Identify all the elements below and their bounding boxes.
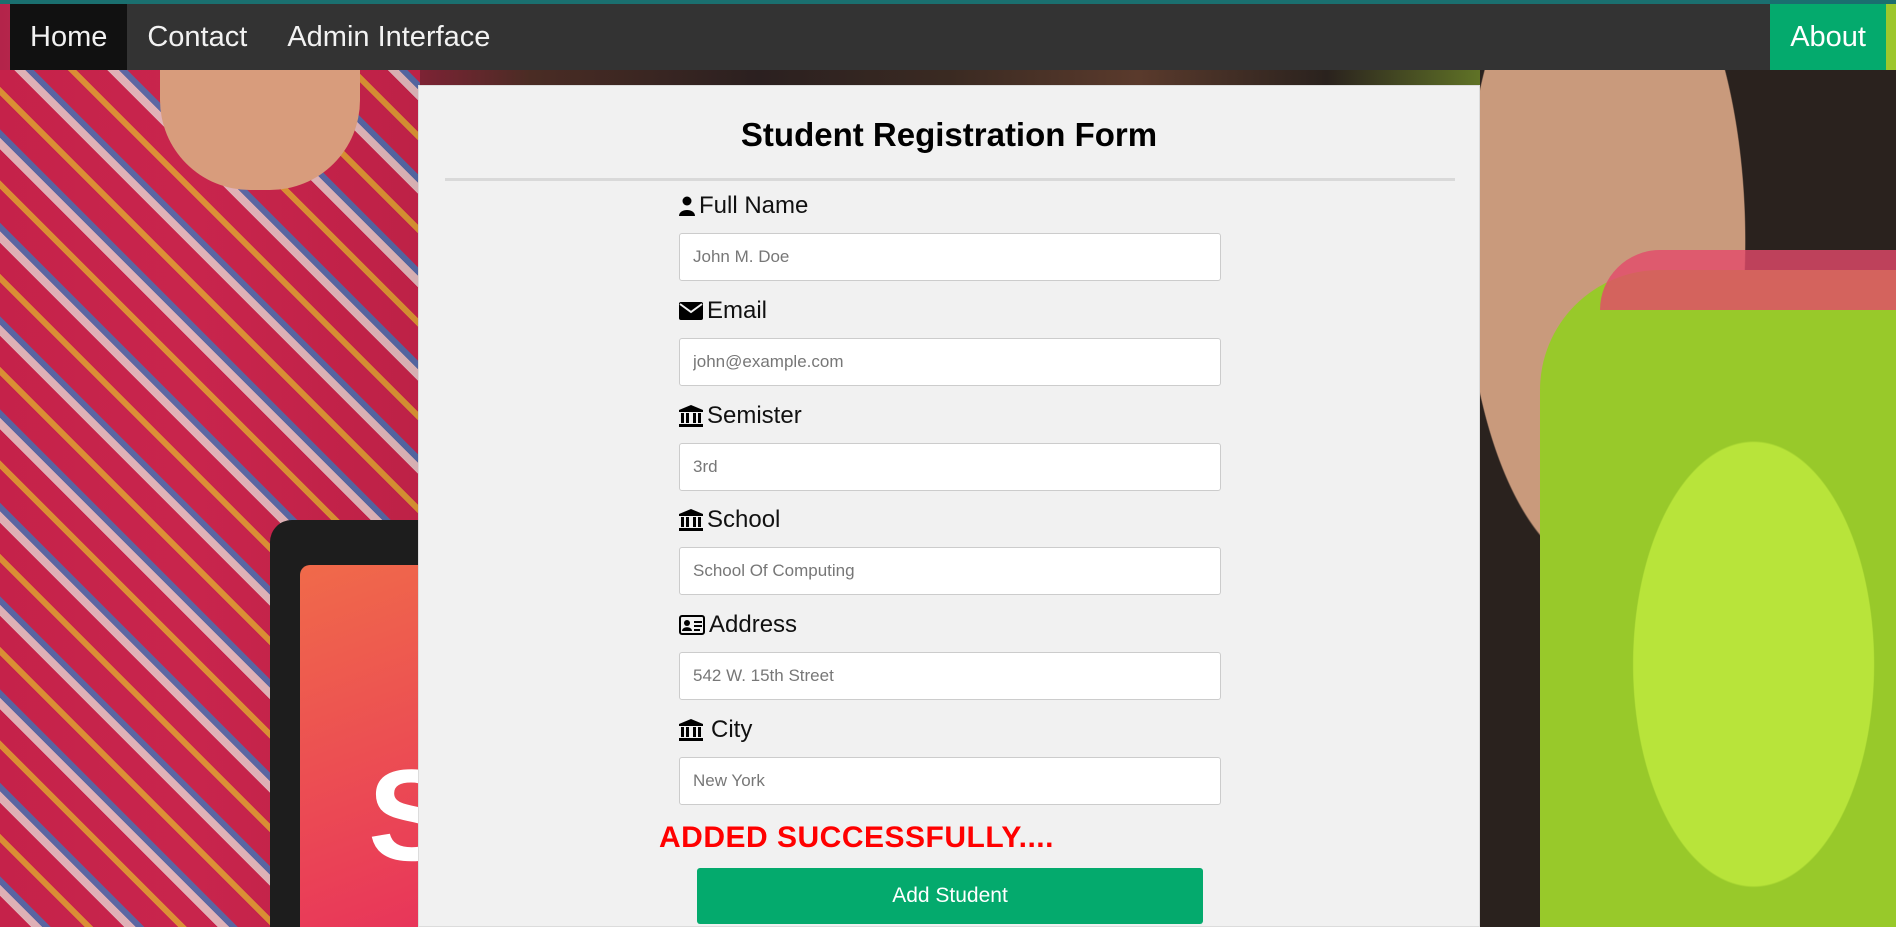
city-input[interactable] (679, 757, 1221, 805)
email-label: Email (679, 294, 1221, 328)
full-name-group: Full Name (679, 189, 1221, 281)
semister-label: Semister (679, 399, 1221, 433)
nav-admin-interface[interactable]: Admin Interface (267, 4, 510, 70)
add-student-button[interactable]: Add Student (697, 868, 1203, 924)
top-navbar: Home Contact Admin Interface About (10, 4, 1886, 70)
address-group: Address (679, 608, 1221, 700)
nav-contact[interactable]: Contact (127, 4, 267, 70)
school-label: School (679, 503, 1221, 537)
institution-icon (679, 719, 703, 741)
institution-icon (679, 509, 703, 531)
semister-input[interactable] (679, 443, 1221, 491)
city-group: City (679, 713, 1221, 805)
email-group: Email (679, 294, 1221, 386)
school-group: School (679, 503, 1221, 595)
full-name-input[interactable] (679, 233, 1221, 281)
email-input[interactable] (679, 338, 1221, 386)
address-card-icon (679, 615, 705, 635)
institution-icon (679, 405, 703, 427)
user-icon (679, 196, 695, 216)
full-name-label: Full Name (679, 189, 1221, 223)
address-input[interactable] (679, 652, 1221, 700)
city-label: City (679, 713, 1221, 747)
status-message: ADDED SUCCESSFULLY.... (659, 821, 1054, 854)
nav-home[interactable]: Home (10, 4, 128, 70)
nav-about[interactable]: About (1770, 4, 1886, 70)
registration-form-card: Student Registration Form Full Name Emai… (418, 85, 1480, 927)
envelope-icon (679, 302, 703, 320)
semister-group: Semister (679, 399, 1221, 491)
form-title: Student Registration Form (740, 116, 1158, 153)
address-label: Address (679, 608, 1221, 642)
title-divider (445, 178, 1455, 181)
school-input[interactable] (679, 547, 1221, 595)
